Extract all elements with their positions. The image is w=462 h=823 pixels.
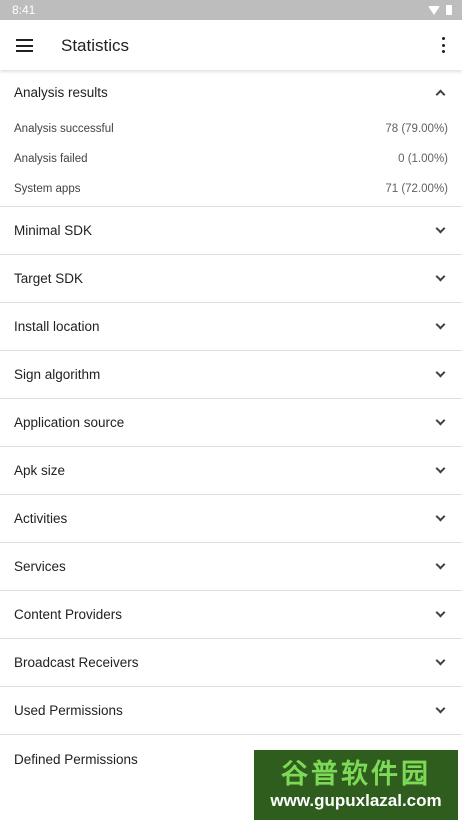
- group-label: Apk size: [14, 463, 66, 478]
- group-activities[interactable]: Activities: [0, 495, 462, 543]
- chevron-up-icon: [435, 89, 446, 99]
- group-label: Used Permissions: [14, 703, 123, 718]
- chevron-down-icon: [435, 607, 446, 618]
- more-vert-icon[interactable]: [436, 36, 450, 54]
- chevron-down-icon: [435, 703, 446, 714]
- stat-value: 71 (72.00%): [385, 183, 448, 195]
- group-used-permissions[interactable]: Used Permissions: [0, 687, 462, 735]
- stat-label: System apps: [14, 183, 81, 195]
- chevron-down-icon: [435, 367, 446, 378]
- analysis-results-title: Analysis results: [14, 84, 108, 100]
- group-target-sdk[interactable]: Target SDK: [0, 255, 462, 303]
- group-label: Application source: [14, 415, 125, 430]
- hamburger-menu-icon[interactable]: [16, 39, 33, 52]
- stat-row-analysis-failed: Analysis failed 0 (1.00%): [0, 144, 462, 174]
- app-toolbar: Statistics: [0, 20, 462, 70]
- chevron-down-icon: [435, 223, 446, 234]
- group-services[interactable]: Services: [0, 543, 462, 591]
- chevron-down-icon: [435, 271, 446, 282]
- group-apk-size[interactable]: Apk size: [0, 447, 462, 495]
- page-title: Statistics: [61, 36, 130, 55]
- group-label: Install location: [14, 319, 100, 334]
- status-bar: 8:41: [0, 0, 462, 20]
- group-label: Content Providers: [14, 607, 123, 622]
- group-minimal-sdk[interactable]: Minimal SDK: [0, 207, 462, 255]
- watermark-logo: 谷普软件园 www.gupuxlazal.com: [254, 750, 458, 820]
- statistics-list: Analysis results Analysis successful 78 …: [0, 70, 462, 783]
- group-install-location[interactable]: Install location: [0, 303, 462, 351]
- chevron-down-icon: [435, 319, 446, 330]
- group-broadcast-receivers[interactable]: Broadcast Receivers: [0, 639, 462, 687]
- group-label: Activities: [14, 511, 68, 526]
- group-content-providers[interactable]: Content Providers: [0, 591, 462, 639]
- stat-row-analysis-successful: Analysis successful 78 (79.00%): [0, 114, 462, 144]
- stat-value: 0 (1.00%): [398, 153, 448, 165]
- stat-label: Analysis failed: [14, 153, 88, 165]
- group-label: Sign algorithm: [14, 367, 101, 382]
- stat-row-system-apps: System apps 71 (72.00%): [0, 174, 462, 204]
- group-label: Minimal SDK: [14, 223, 93, 238]
- status-icons: [428, 5, 452, 15]
- status-time: 8:41: [12, 3, 36, 17]
- chevron-down-icon: [435, 463, 446, 474]
- stat-label: Analysis successful: [14, 123, 114, 135]
- stat-value: 78 (79.00%): [385, 123, 448, 135]
- group-label: Services: [14, 559, 66, 574]
- group-sign-algorithm[interactable]: Sign algorithm: [0, 351, 462, 399]
- chevron-down-icon: [435, 415, 446, 426]
- group-label: Defined Permissions: [14, 751, 138, 767]
- chevron-down-icon: [435, 655, 446, 666]
- chevron-down-icon: [435, 559, 446, 570]
- battery-icon: [446, 5, 452, 15]
- watermark-title: 谷普软件园: [281, 759, 431, 789]
- group-application-source[interactable]: Application source: [0, 399, 462, 447]
- chevron-down-icon: [435, 511, 446, 522]
- wifi-icon: [428, 5, 440, 15]
- group-label: Broadcast Receivers: [14, 655, 139, 670]
- watermark-url: www.gupuxlazal.com: [270, 791, 442, 810]
- analysis-results-header[interactable]: Analysis results: [0, 70, 462, 114]
- group-label: Target SDK: [14, 271, 84, 286]
